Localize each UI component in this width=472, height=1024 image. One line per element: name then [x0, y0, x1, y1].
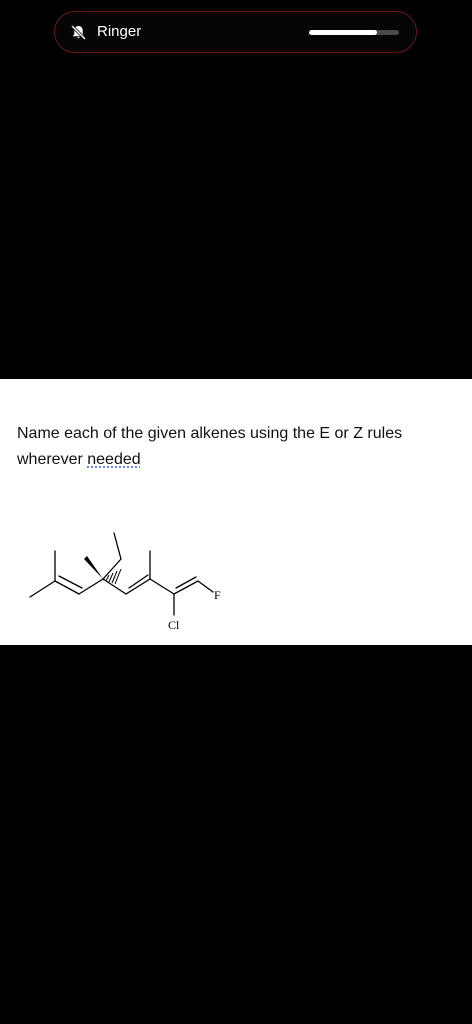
alkene-structure-diagram: Cl F — [29, 532, 221, 632]
double-bond — [54, 580, 80, 595]
question-text: Name each of the given alkenes using the… — [17, 421, 457, 473]
bond — [29, 580, 56, 598]
bond — [149, 578, 175, 595]
screen: Ringer Name each of the given alkenes us… — [0, 0, 472, 1024]
double-bond-inner — [175, 576, 197, 589]
question-prompt: Name each of the given alkenes using the… — [17, 425, 403, 468]
bond — [78, 578, 104, 595]
volume-slider-fill — [309, 30, 377, 35]
bond — [197, 580, 214, 593]
wedge-bond — [84, 556, 103, 579]
bond — [102, 578, 127, 595]
chlorine-label: Cl — [168, 618, 180, 632]
bond — [113, 532, 122, 560]
question-card: Name each of the given alkenes using the… — [0, 379, 472, 645]
bell-slash-icon — [70, 24, 87, 41]
fluorine-label: F — [214, 588, 221, 602]
needed-link[interactable]: needed — [87, 451, 140, 468]
volume-slider[interactable] — [309, 30, 399, 35]
ringer-label: Ringer — [97, 23, 142, 40]
double-bond-inner — [58, 575, 83, 589]
ringer-volume-hud: Ringer — [54, 11, 417, 53]
